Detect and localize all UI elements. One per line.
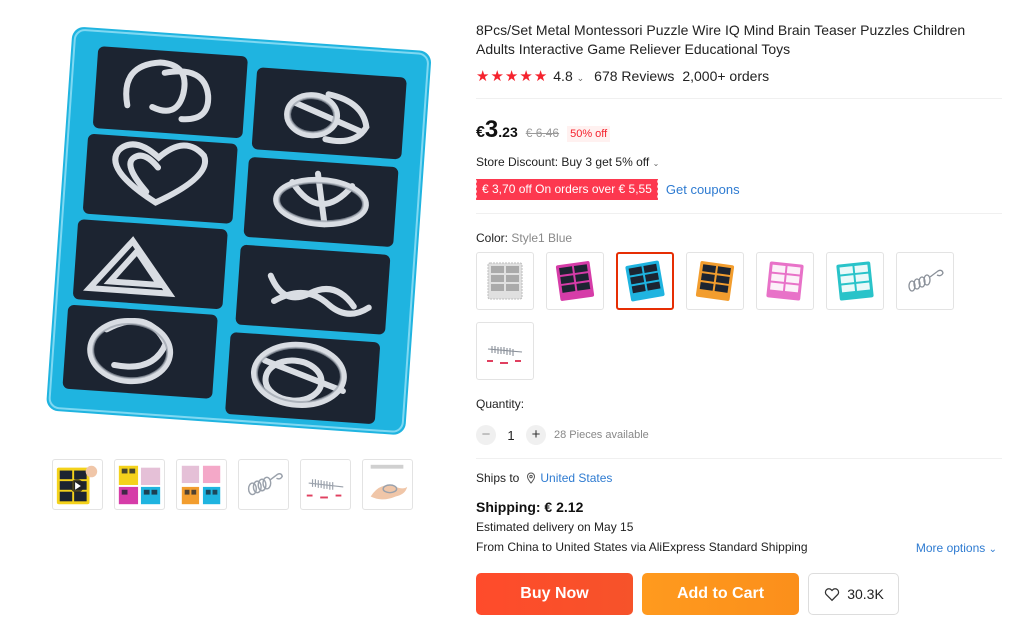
color-swatch-pink[interactable] [546,252,604,310]
teal-swatch-image [836,261,874,301]
price-integer: 3 [484,116,499,143]
buy-now-button[interactable]: Buy Now [476,573,633,615]
quantity-decrease-button[interactable]: − [476,425,496,445]
divider [476,458,1002,459]
thumbnail-video[interactable] [52,459,103,510]
star-icon: ★ [504,68,519,85]
color-selected-value: Style1 Blue [511,231,573,245]
rating-stars: ★ ★ ★ ★ ★ [476,67,547,85]
chevron-down-icon: ⌄ [652,159,660,168]
color-swatch-orange[interactable] [686,252,744,310]
action-buttons: Buy Now Add to Cart 30.3K [476,573,899,615]
orange-swatch-image [695,261,735,301]
puzzle-board-image [46,27,431,435]
color-swatch-blue[interactable] [616,252,674,310]
star-icon: ★ [533,68,548,85]
wishlist-count: 30.3K [847,586,884,602]
color-label: Color: Style1 Blue [476,231,572,245]
divider [476,213,1002,214]
wishlist-button[interactable]: 30.3K [808,573,899,615]
product-title: 8Pcs/Set Metal Montessori Puzzle Wire IQ… [476,22,966,57]
rating-value[interactable]: 4.8 ⌄ [553,68,584,84]
estimated-delivery: Estimated delivery on May 15 [476,520,634,534]
video-thumbnail-image [56,465,98,505]
ships-to-row: Ships to United States [476,471,612,485]
divider [476,98,1002,99]
thumbnail-hand-demo[interactable] [362,459,413,510]
quantity-label: Quantity: [476,397,525,411]
chevron-down-icon: ⌄ [988,544,997,555]
set-colors-thumbnail-image [181,465,221,505]
reviews-link[interactable]: 678 Reviews [594,68,674,84]
main-product-image[interactable] [24,18,444,438]
color-swatch-teal[interactable] [826,252,884,310]
color-label-text: Color: [476,231,509,245]
store-discount[interactable]: Store Discount: Buy 3 get 5% off ⌄ [476,155,659,169]
star-icon: ★ [476,68,490,85]
store-discount-text: Store Discount: Buy 3 get 5% off [476,155,650,169]
rating-row: ★ ★ ★ ★ ★ 4.8 ⌄ 678 Reviews 2,000+ order… [476,67,769,85]
thumbnail-rod-wire[interactable] [300,459,351,510]
quantity-available: 28 Pieces available [554,429,649,441]
color-swatch-spiral[interactable] [896,252,954,310]
ships-to-label: Ships to [476,471,520,485]
rating-number: 4.8 [553,68,573,84]
thumbnail-strip [52,459,413,510]
price-row: € 3 .23 € 6.46 50% off [476,116,611,144]
quantity-stepper: − 1 + 28 Pieces available [476,425,649,445]
original-price: € 6.46 [525,126,560,140]
heart-icon [825,588,840,602]
star-icon: ★ [519,68,533,85]
get-coupons-link[interactable]: Get coupons [666,182,740,197]
quantity-input[interactable]: 1 [496,428,526,443]
shipping-cost: Shipping: € 2.12 [476,499,584,515]
location-pin-icon [527,472,536,484]
pink-swatch-image [555,261,595,301]
coupon-tag: € 3,70 off On orders over € 5,55 [474,179,658,200]
rod-swatch-image [487,346,523,364]
thumbnail-multi-color[interactable] [114,459,165,510]
more-options-link[interactable]: More options ⌄ [916,541,997,555]
hand-demo-thumbnail-image [370,464,408,500]
shipping-route: From China to United States via AliExpre… [476,540,808,554]
color-swatch-rod[interactable] [476,322,534,380]
ships-to-destination[interactable]: United States [540,471,612,485]
chevron-down-icon: ⌄ [576,73,585,83]
more-options-text: More options [915,541,986,555]
blue-swatch-image [625,260,665,302]
thumbnail-set-colors[interactable] [176,459,227,510]
color-swatch-purple[interactable] [756,252,814,310]
price-currency: € [476,124,485,141]
thumbnail-spiral-wire[interactable] [238,459,289,510]
multi-color-thumbnail-image [118,465,161,505]
rod-wire-thumbnail-image [306,479,344,499]
star-icon: ★ [490,68,504,85]
spiral-swatch-image [908,269,944,292]
quantity-increase-button[interactable]: + [526,425,546,445]
add-to-cart-button[interactable]: Add to Cart [642,573,799,615]
color-swatch-gray[interactable] [476,252,534,310]
gray-swatch-image [487,262,523,300]
price-decimal: .23 [498,124,518,140]
spiral-wire-thumbnail-image [247,473,283,496]
orders-count: 2,000+ orders [682,68,770,84]
purple-swatch-image [766,261,804,301]
discount-badge: 50% off [567,126,611,142]
coupon-row: € 3,70 off On orders over € 5,55 Get cou… [474,179,740,200]
color-swatches [476,252,976,380]
